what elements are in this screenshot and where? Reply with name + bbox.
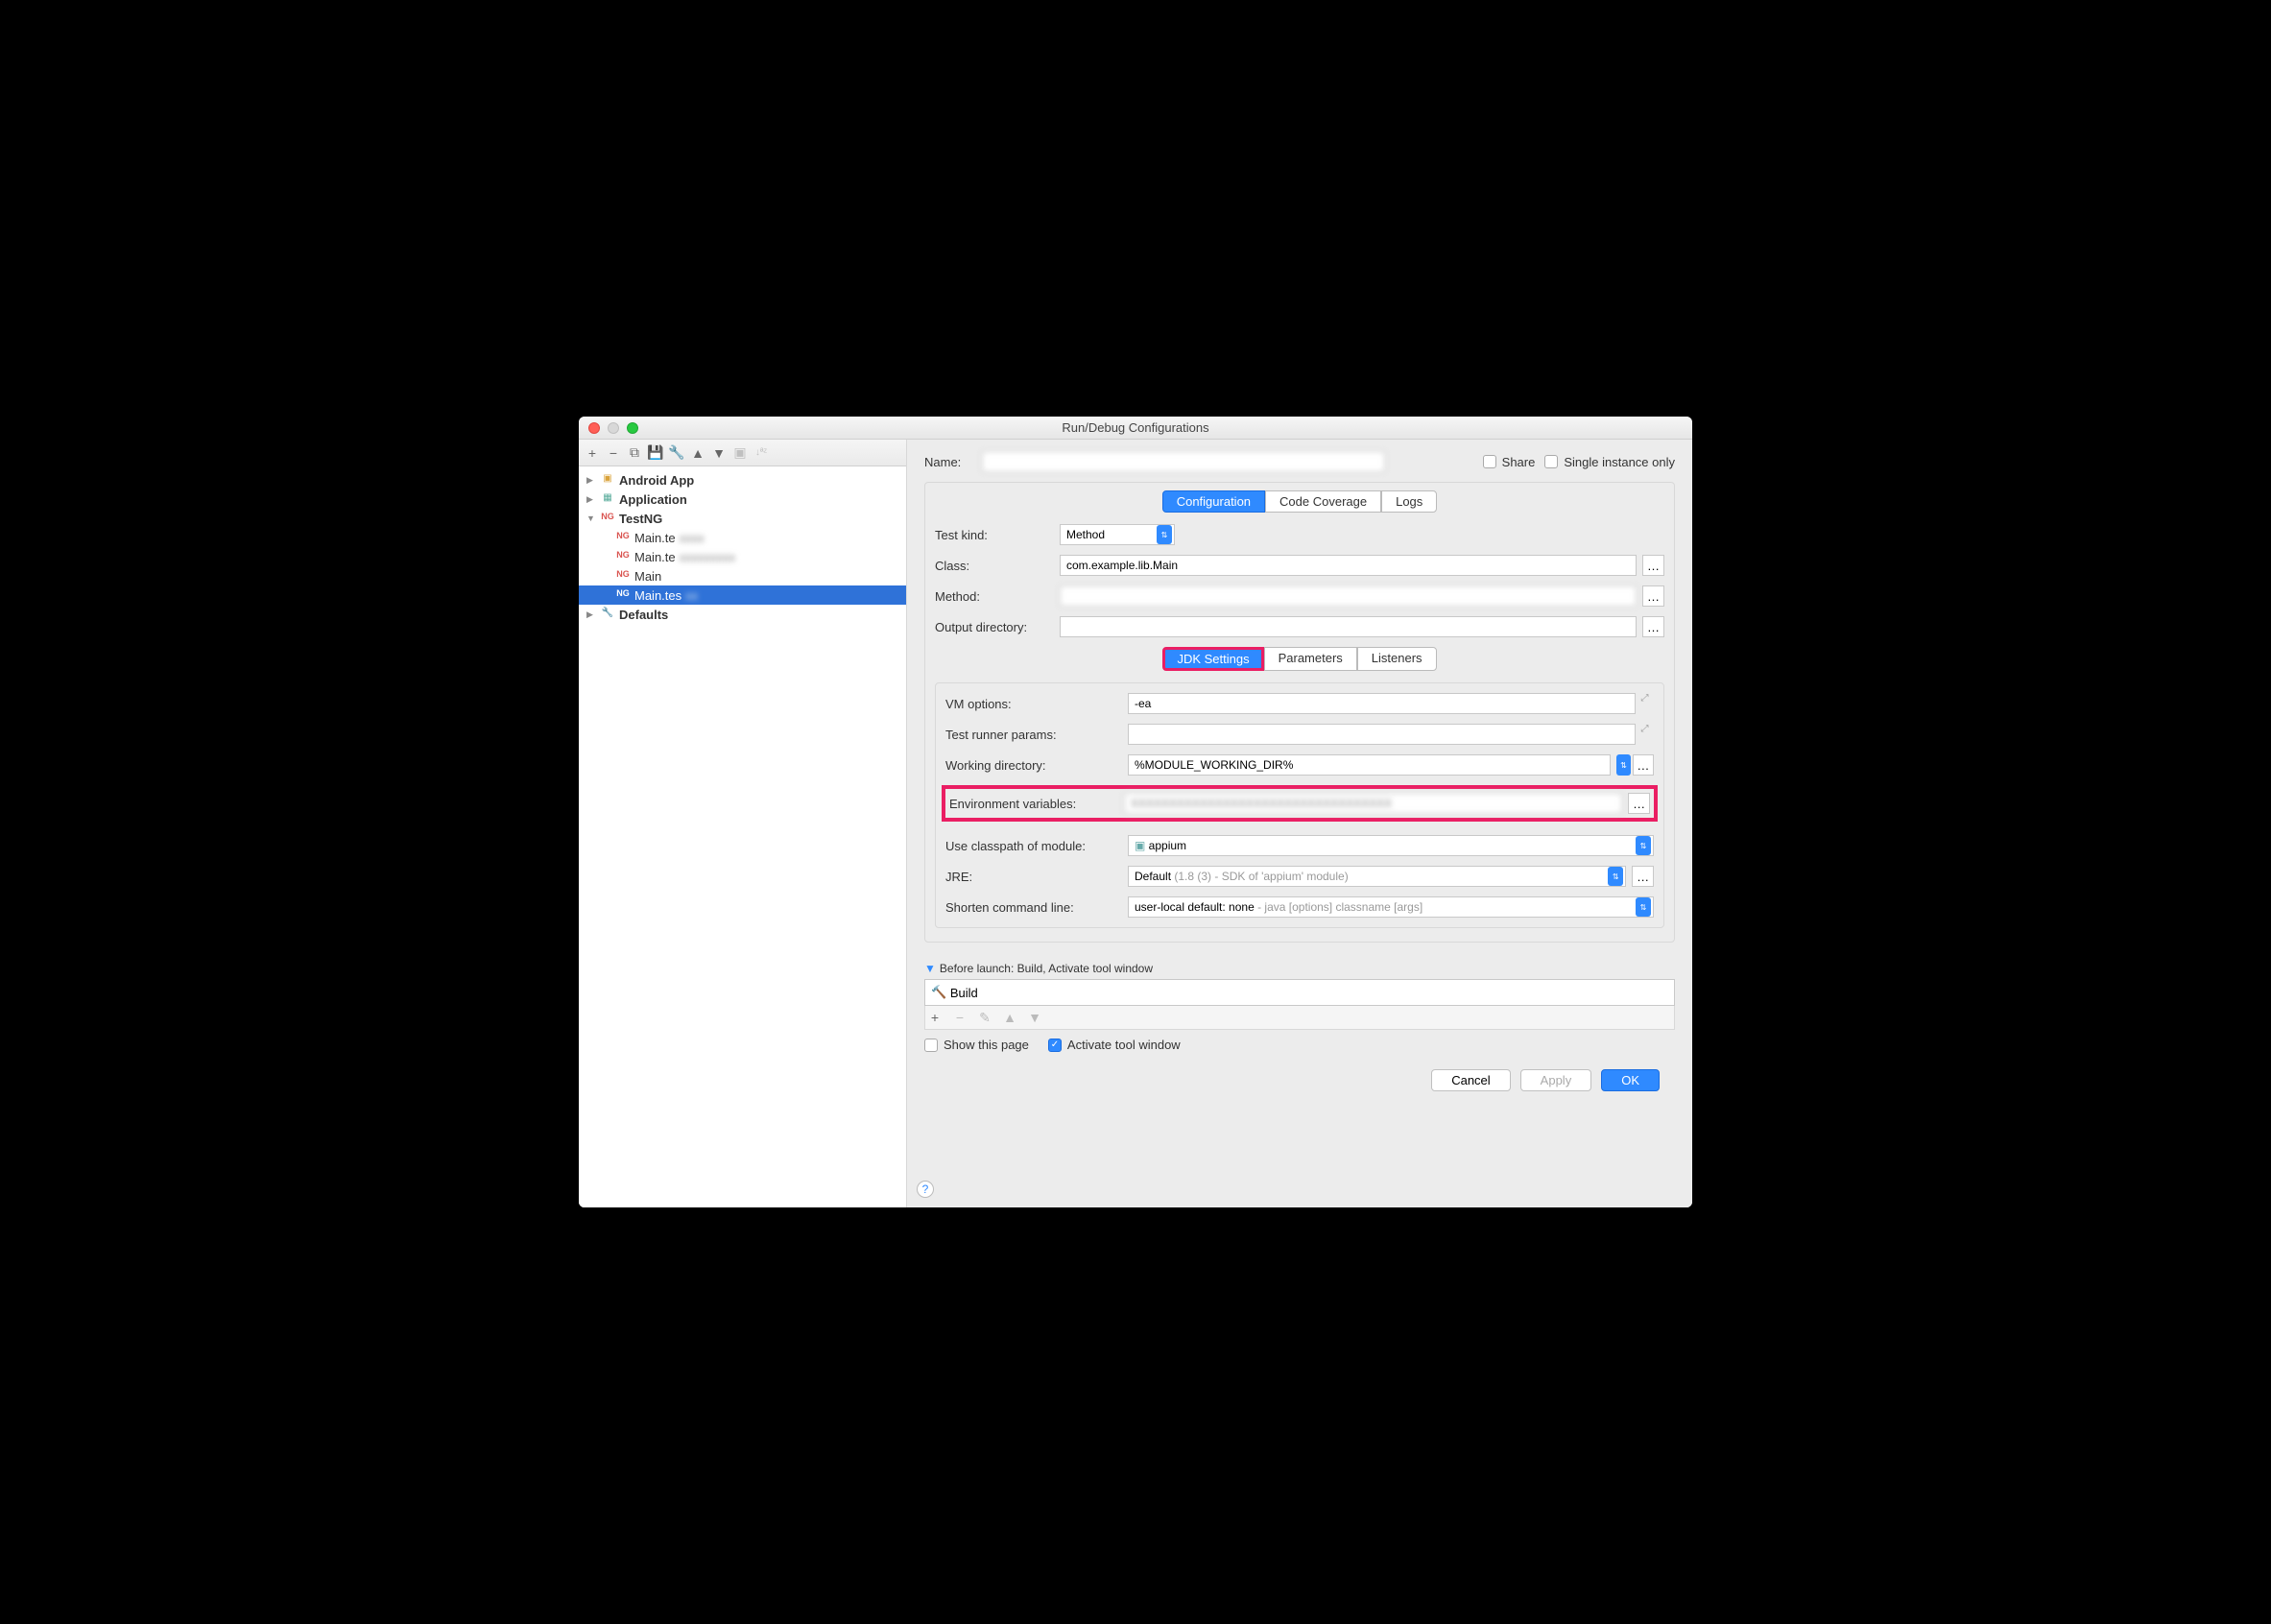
testng-icon: NG: [615, 588, 631, 602]
remove-icon[interactable]: −: [952, 1010, 968, 1025]
shorten-label: Shorten command line:: [945, 900, 1128, 915]
activate-window-checkbox[interactable]: ✓Activate tool window: [1048, 1038, 1181, 1052]
chevron-down-icon: ⇅: [1636, 897, 1651, 917]
jre-select[interactable]: Default (1.8 (3) - SDK of 'appium' modul…: [1128, 866, 1626, 887]
tab-jdk-settings[interactable]: JDK Settings: [1162, 647, 1263, 671]
share-checkbox[interactable]: Share: [1483, 455, 1536, 469]
vm-options-label: VM options:: [945, 697, 1128, 711]
browse-button[interactable]: …: [1633, 754, 1654, 776]
browse-button[interactable]: …: [1628, 793, 1650, 814]
classpath-label: Use classpath of module:: [945, 839, 1128, 853]
tab-code-coverage[interactable]: Code Coverage: [1265, 490, 1381, 513]
edit-icon[interactable]: ✎: [977, 1010, 992, 1025]
shorten-select[interactable]: user-local default: none - java [options…: [1128, 896, 1654, 918]
env-vars-label: Environment variables:: [949, 797, 1124, 811]
method-input[interactable]: [1060, 585, 1637, 607]
apply-button: Apply: [1520, 1069, 1592, 1091]
copy-icon[interactable]: ⧉: [627, 445, 642, 461]
tree-node-testng[interactable]: ▼NGTestNG: [579, 509, 906, 528]
browse-button[interactable]: …: [1632, 866, 1654, 887]
test-kind-label: Test kind:: [935, 528, 1060, 542]
classpath-select[interactable]: ▣ appium⇅: [1128, 835, 1654, 856]
jdk-panel: VM options: ⤢ Test runner params: ⤢ Work…: [935, 682, 1664, 928]
titlebar: Run/Debug Configurations: [579, 417, 1692, 440]
chevron-down-icon: ⇅: [1608, 867, 1623, 886]
test-kind-select[interactable]: Method⇅: [1060, 524, 1175, 545]
before-launch-label: Before launch: Build, Activate tool wind…: [940, 962, 1153, 975]
working-dir-input[interactable]: [1128, 754, 1611, 776]
tree-node-defaults[interactable]: ▶🔧Defaults: [579, 605, 906, 624]
down-icon[interactable]: ▼: [1027, 1010, 1042, 1025]
tab-configuration[interactable]: Configuration: [1162, 490, 1265, 513]
defaults-icon: 🔧: [600, 608, 615, 621]
expand-icon[interactable]: ⤢: [1641, 724, 1654, 745]
before-launch-section: ▼ Before launch: Build, Activate tool win…: [924, 962, 1675, 1052]
method-label: Method:: [935, 589, 1060, 604]
working-dir-label: Working directory:: [945, 758, 1128, 773]
env-vars-input[interactable]: [1124, 793, 1622, 814]
single-instance-checkbox[interactable]: Single instance only: [1544, 455, 1675, 469]
browse-button[interactable]: …: [1642, 555, 1664, 576]
cancel-button[interactable]: Cancel: [1431, 1069, 1510, 1091]
class-label: Class:: [935, 559, 1060, 573]
save-icon[interactable]: 💾: [648, 445, 663, 461]
remove-icon[interactable]: −: [606, 445, 621, 461]
tree-item[interactable]: NGMain.texxxxxxxxx: [579, 547, 906, 566]
expand-icon[interactable]: ⤢: [1641, 693, 1654, 714]
jre-label: JRE:: [945, 870, 1128, 884]
collapse-icon[interactable]: ▼: [924, 962, 936, 975]
sidebar: + − ⧉ 💾 🔧 ▲ ▼ ▣ ↓ªᶻ ▶▣Android App ▶▦Appl…: [579, 440, 907, 1207]
test-runner-input[interactable]: [1128, 724, 1636, 745]
sidebar-toolbar: + − ⧉ 💾 🔧 ▲ ▼ ▣ ↓ªᶻ: [579, 440, 906, 466]
tree-item[interactable]: NGMain.texxxx: [579, 528, 906, 547]
up-icon[interactable]: ▲: [1002, 1010, 1017, 1025]
testng-icon: NG: [600, 512, 615, 525]
browse-button[interactable]: …: [1642, 585, 1664, 607]
add-icon[interactable]: +: [585, 445, 600, 461]
name-input[interactable]: [982, 451, 1385, 472]
tree-item[interactable]: NGMain: [579, 566, 906, 585]
tree-node-android[interactable]: ▶▣Android App: [579, 470, 906, 490]
window-title: Run/Debug Configurations: [579, 420, 1692, 435]
help-icon[interactable]: ?: [917, 1181, 934, 1198]
wrench-icon[interactable]: 🔧: [669, 445, 684, 461]
config-panel: Configuration Code Coverage Logs Test ki…: [924, 482, 1675, 943]
before-launch-list[interactable]: 🔨 Build: [924, 979, 1675, 1006]
browse-button[interactable]: …: [1642, 616, 1664, 637]
chevron-down-icon: ⇅: [1157, 525, 1172, 544]
testng-icon: NG: [615, 569, 631, 583]
tab-logs[interactable]: Logs: [1381, 490, 1437, 513]
show-page-checkbox[interactable]: Show this page: [924, 1038, 1029, 1052]
tree-item-selected[interactable]: NGMain.tesxx: [579, 585, 906, 605]
hammer-icon: 🔨: [931, 985, 946, 1000]
tab-listeners[interactable]: Listeners: [1357, 647, 1437, 671]
name-label: Name:: [924, 455, 972, 469]
sort-icon[interactable]: ↓ªᶻ: [753, 445, 769, 461]
output-dir-input[interactable]: [1060, 616, 1637, 637]
android-icon: ▣: [600, 473, 615, 487]
tab-parameters[interactable]: Parameters: [1264, 647, 1357, 671]
folder-icon[interactable]: ▣: [732, 445, 748, 461]
config-tree[interactable]: ▶▣Android App ▶▦Application ▼NGTestNG NG…: [579, 466, 906, 1207]
main-panel: Name: Share Single instance only Configu…: [907, 440, 1692, 1207]
ok-button[interactable]: OK: [1601, 1069, 1660, 1091]
class-input[interactable]: [1060, 555, 1637, 576]
down-icon[interactable]: ▼: [711, 445, 727, 461]
testng-icon: NG: [615, 531, 631, 544]
vm-options-input[interactable]: [1128, 693, 1636, 714]
test-runner-label: Test runner params:: [945, 728, 1128, 742]
chevron-down-icon[interactable]: ⇅: [1616, 754, 1631, 776]
dialog-window: Run/Debug Configurations + − ⧉ 💾 🔧 ▲ ▼ ▣…: [579, 417, 1692, 1207]
tree-node-application[interactable]: ▶▦Application: [579, 490, 906, 509]
add-icon[interactable]: +: [927, 1010, 943, 1025]
up-icon[interactable]: ▲: [690, 445, 705, 461]
application-icon: ▦: [600, 492, 615, 506]
output-dir-label: Output directory:: [935, 620, 1060, 634]
testng-icon: NG: [615, 550, 631, 563]
chevron-down-icon: ⇅: [1636, 836, 1651, 855]
